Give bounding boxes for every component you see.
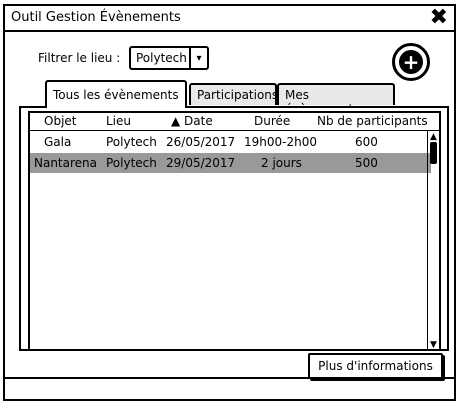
tab-panel: Objet Lieu ▲ Date Durée Nb de participan… xyxy=(19,106,449,351)
cell-objet: Gala xyxy=(44,135,72,149)
status-bar xyxy=(5,377,454,399)
table-row-selected[interactable]: Nantarena Polytech 29/05/2017 2 jours 50… xyxy=(30,153,431,173)
table-header: Objet Lieu ▲ Date Durée Nb de participan… xyxy=(30,113,439,131)
add-event-button[interactable]: + xyxy=(392,43,430,81)
place-filter-value: Polytech xyxy=(136,51,187,65)
filter-label: Filtrer le lieu : xyxy=(38,51,121,65)
events-table: Objet Lieu ▲ Date Durée Nb de participan… xyxy=(28,111,441,351)
tab-all-events[interactable]: Tous les évènements xyxy=(45,80,187,108)
scroll-up-icon[interactable]: ▲ xyxy=(428,131,439,142)
column-header-objet[interactable]: Objet xyxy=(44,114,76,128)
plus-icon: + xyxy=(399,50,423,74)
cell-duree: 2 jours xyxy=(261,156,302,170)
more-info-button[interactable]: Plus d'informations xyxy=(308,353,443,379)
cell-objet: Nantarena xyxy=(34,156,98,170)
app-window: Outil Gestion Évènements ✖ Filtrer le li… xyxy=(3,4,456,401)
title-bar: Outil Gestion Évènements ✖ xyxy=(5,6,454,32)
cell-nb: 500 xyxy=(355,156,378,170)
close-icon[interactable]: ✖ xyxy=(430,6,448,30)
place-filter-select[interactable]: Polytech ▾ xyxy=(129,46,209,70)
window-title: Outil Gestion Évènements xyxy=(11,10,181,25)
cell-nb: 600 xyxy=(355,135,378,149)
column-header-lieu[interactable]: Lieu xyxy=(106,114,131,128)
table-row[interactable]: Gala Polytech 26/05/2017 19h00-2h00 600 xyxy=(30,132,431,152)
cell-date: 29/05/2017 xyxy=(166,156,236,170)
scroll-thumb[interactable] xyxy=(430,142,437,164)
column-header-date[interactable]: ▲ Date xyxy=(171,114,213,128)
chevron-down-icon[interactable]: ▾ xyxy=(189,48,207,68)
cell-date: 26/05/2017 xyxy=(166,135,236,149)
vertical-scrollbar[interactable]: ▲ ▼ xyxy=(427,130,439,350)
cell-lieu: Polytech xyxy=(106,135,157,149)
scroll-down-icon[interactable]: ▼ xyxy=(428,339,439,350)
tab-my-events[interactable]: Mes évènements xyxy=(277,83,395,116)
cell-duree: 19h00-2h00 xyxy=(244,135,317,149)
cell-lieu: Polytech xyxy=(106,156,157,170)
column-header-nb-participants[interactable]: Nb de participants xyxy=(317,114,428,128)
tab-participations[interactable]: Participations xyxy=(189,83,278,105)
column-header-duree[interactable]: Durée xyxy=(254,114,290,128)
